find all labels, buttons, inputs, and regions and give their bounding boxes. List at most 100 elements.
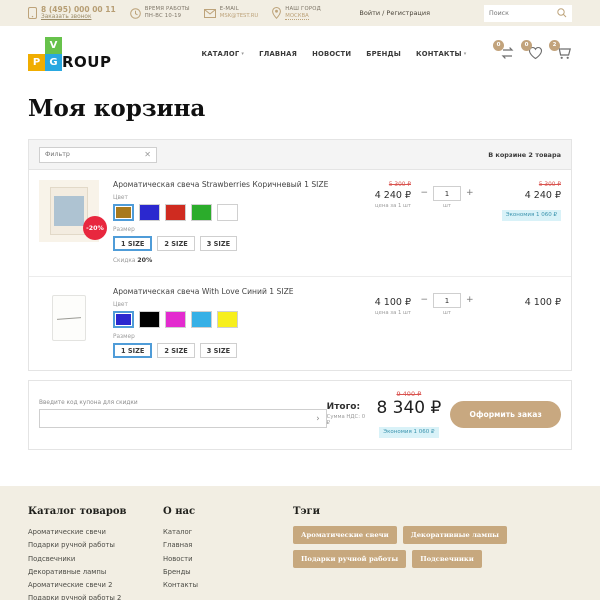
size-options: 1 SIZE 2 SIZE 3 SIZE (113, 343, 343, 358)
size-label: Размер (113, 334, 343, 340)
footer: Каталог товаров Ароматические свечи Пода… (0, 486, 600, 600)
qty-decrease-button[interactable]: − (420, 189, 428, 198)
coupon-totals-box: Введите код купона для скидки › Итого: С… (28, 380, 572, 450)
footer-link[interactable]: Ароматические свечи 2 (28, 579, 163, 592)
nav-contacts[interactable]: КОНТАКТЫ▾ (416, 50, 466, 58)
product-image[interactable] (39, 287, 99, 349)
unit-price-note: цена за 1 шт (343, 310, 411, 316)
color-swatch[interactable] (165, 311, 186, 328)
logo-letter-v: V (45, 37, 62, 54)
color-swatch[interactable] (139, 311, 160, 328)
color-swatch[interactable] (165, 204, 186, 221)
nav-catalog[interactable]: КАТАЛОГ▾ (201, 50, 244, 58)
qty-unit-label: шт (443, 310, 451, 316)
unit-price: 4 240 ₽ (343, 190, 411, 201)
size-chip[interactable]: 1 SIZE (113, 236, 152, 251)
size-chip[interactable]: 2 SIZE (157, 343, 194, 358)
color-swatch[interactable] (217, 311, 238, 328)
qty-input[interactable] (433, 293, 461, 308)
clear-filter-icon[interactable]: ✕ (144, 151, 151, 159)
callback-link[interactable]: Заказать звонок (41, 14, 116, 21)
footer-catalog-links: Ароматические свечи Подарки ручной работ… (28, 526, 163, 600)
color-label: Цвет (113, 302, 343, 308)
coupon-input[interactable] (46, 415, 316, 423)
totals-block: Итого: Сумма НДС: 0 ₽ 9 400 ₽ 8 340 ₽ Эк… (327, 390, 561, 438)
nav-home[interactable]: ГЛАВНАЯ (259, 50, 297, 58)
logo-text: ROUP (62, 53, 111, 71)
footer-link[interactable]: Бренды (163, 566, 293, 579)
header: V P G ROUP КАТАЛОГ▾ ГЛАВНАЯ НОВОСТИ БРЕН… (0, 26, 600, 82)
nav-news[interactable]: НОВОСТИ (312, 50, 351, 58)
grand-total: 8 340 ₽ (376, 398, 441, 418)
product-details: Ароматическая свеча With Love Синий 1 SI… (99, 287, 343, 358)
product-image[interactable]: -20% (39, 180, 99, 242)
main-nav: КАТАЛОГ▾ ГЛАВНАЯ НОВОСТИ БРЕНДЫ КОНТАКТЫ… (201, 50, 466, 58)
chevron-down-icon: ▾ (241, 51, 244, 57)
topbar: 8 (495) 000 00 11 Заказать звонок ВРЕМЯ … (0, 0, 600, 26)
unit-price-column: 4 100 ₽ цена за 1 шт (343, 287, 411, 358)
size-chip[interactable]: 2 SIZE (157, 236, 194, 251)
tag-button[interactable]: Ароматические свечи (293, 526, 397, 544)
savings-badge: Экономия 1 060 ₽ (379, 427, 438, 438)
footer-about-column: О нас Каталог Главная Новости Бренды Кон… (163, 506, 293, 600)
product-details: Ароматическая свеча Strawberries Коричне… (99, 180, 343, 264)
footer-about-links: Каталог Главная Новости Бренды Контакты (163, 526, 293, 592)
hours-label: ВРЕМЯ РАБОТЫ (145, 6, 190, 13)
qty-decrease-button[interactable]: − (420, 296, 428, 305)
tag-button[interactable]: Подарки ручной работы (293, 550, 406, 568)
compare-button[interactable]: 0 (500, 45, 515, 64)
size-chip[interactable]: 1 SIZE (113, 343, 152, 358)
chevron-down-icon: ▾ (464, 51, 467, 57)
cart-item-row: -20% Ароматическая свеча Strawberries Ко… (29, 170, 571, 276)
footer-link[interactable]: Ароматические свечи (28, 526, 163, 539)
footer-link[interactable]: Новости (163, 553, 293, 566)
tag-button[interactable]: Подсвечники (412, 550, 482, 568)
nav-brands[interactable]: БРЕНДЫ (366, 50, 401, 58)
footer-link[interactable]: Главная (163, 539, 293, 552)
filter-input[interactable] (45, 151, 144, 158)
product-title-link[interactable]: Ароматическая свеча Strawberries Коричне… (113, 180, 343, 189)
cart-header: ✕ В корзине 2 товара (29, 140, 571, 170)
cart-badge: 2 (549, 40, 560, 51)
login-register-link[interactable]: Войти / Регистрация (359, 9, 430, 17)
color-swatch[interactable] (191, 311, 212, 328)
filter-box: ✕ (39, 147, 157, 163)
size-options: 1 SIZE 2 SIZE 3 SIZE (113, 236, 343, 251)
wishlist-button[interactable]: 0 (528, 45, 543, 64)
qty-increase-button[interactable]: + (466, 296, 474, 305)
color-swatch[interactable] (113, 204, 134, 221)
footer-link[interactable]: Каталог (163, 526, 293, 539)
footer-link[interactable]: Контакты (163, 579, 293, 592)
tag-button[interactable]: Декоративные лампы (403, 526, 507, 544)
color-swatch[interactable] (191, 204, 212, 221)
city-value[interactable]: МОСКВА (285, 13, 308, 21)
savings-badge: Экономия 1 060 ₽ (502, 210, 561, 221)
footer-link[interactable]: Подарки ручной работы 2 (28, 592, 163, 600)
product-title-link[interactable]: Ароматическая свеча With Love Синий 1 SI… (113, 287, 343, 296)
checkout-button[interactable]: Оформить заказ (450, 401, 561, 428)
search-input[interactable] (489, 10, 557, 17)
qty-input[interactable] (433, 186, 461, 201)
color-label: Цвет (113, 195, 343, 201)
cart-box: ✕ В корзине 2 товара -20% Ароматическая … (28, 139, 572, 371)
logo[interactable]: V P G ROUP (28, 37, 111, 71)
footer-link[interactable]: Декоративные лампы (28, 566, 163, 579)
color-swatch[interactable] (217, 204, 238, 221)
size-chip[interactable]: 3 SIZE (200, 236, 237, 251)
total-column: 5 300 ₽ 4 240 ₽ Экономия 1 060 ₽ (483, 180, 561, 264)
apply-coupon-icon[interactable]: › (316, 414, 320, 424)
email-value[interactable]: MSK@TEST.RU (220, 13, 259, 20)
footer-link[interactable]: Подарки ручной работы (28, 539, 163, 552)
footer-link[interactable]: Подсвечники (28, 553, 163, 566)
qty-increase-button[interactable]: + (466, 189, 474, 198)
size-chip[interactable]: 3 SIZE (200, 343, 237, 358)
color-swatches (113, 204, 343, 221)
quantity-column: − + шт (411, 287, 483, 358)
coupon-input-box: › (39, 409, 327, 428)
cart-button[interactable]: 2 (556, 45, 572, 64)
color-swatch[interactable] (139, 204, 160, 221)
search-icon[interactable] (557, 8, 567, 18)
email-block: E-MAIL MSK@TEST.RU (204, 6, 259, 19)
color-swatch[interactable] (113, 311, 134, 328)
footer-catalog-column: Каталог товаров Ароматические свечи Пода… (28, 506, 163, 600)
